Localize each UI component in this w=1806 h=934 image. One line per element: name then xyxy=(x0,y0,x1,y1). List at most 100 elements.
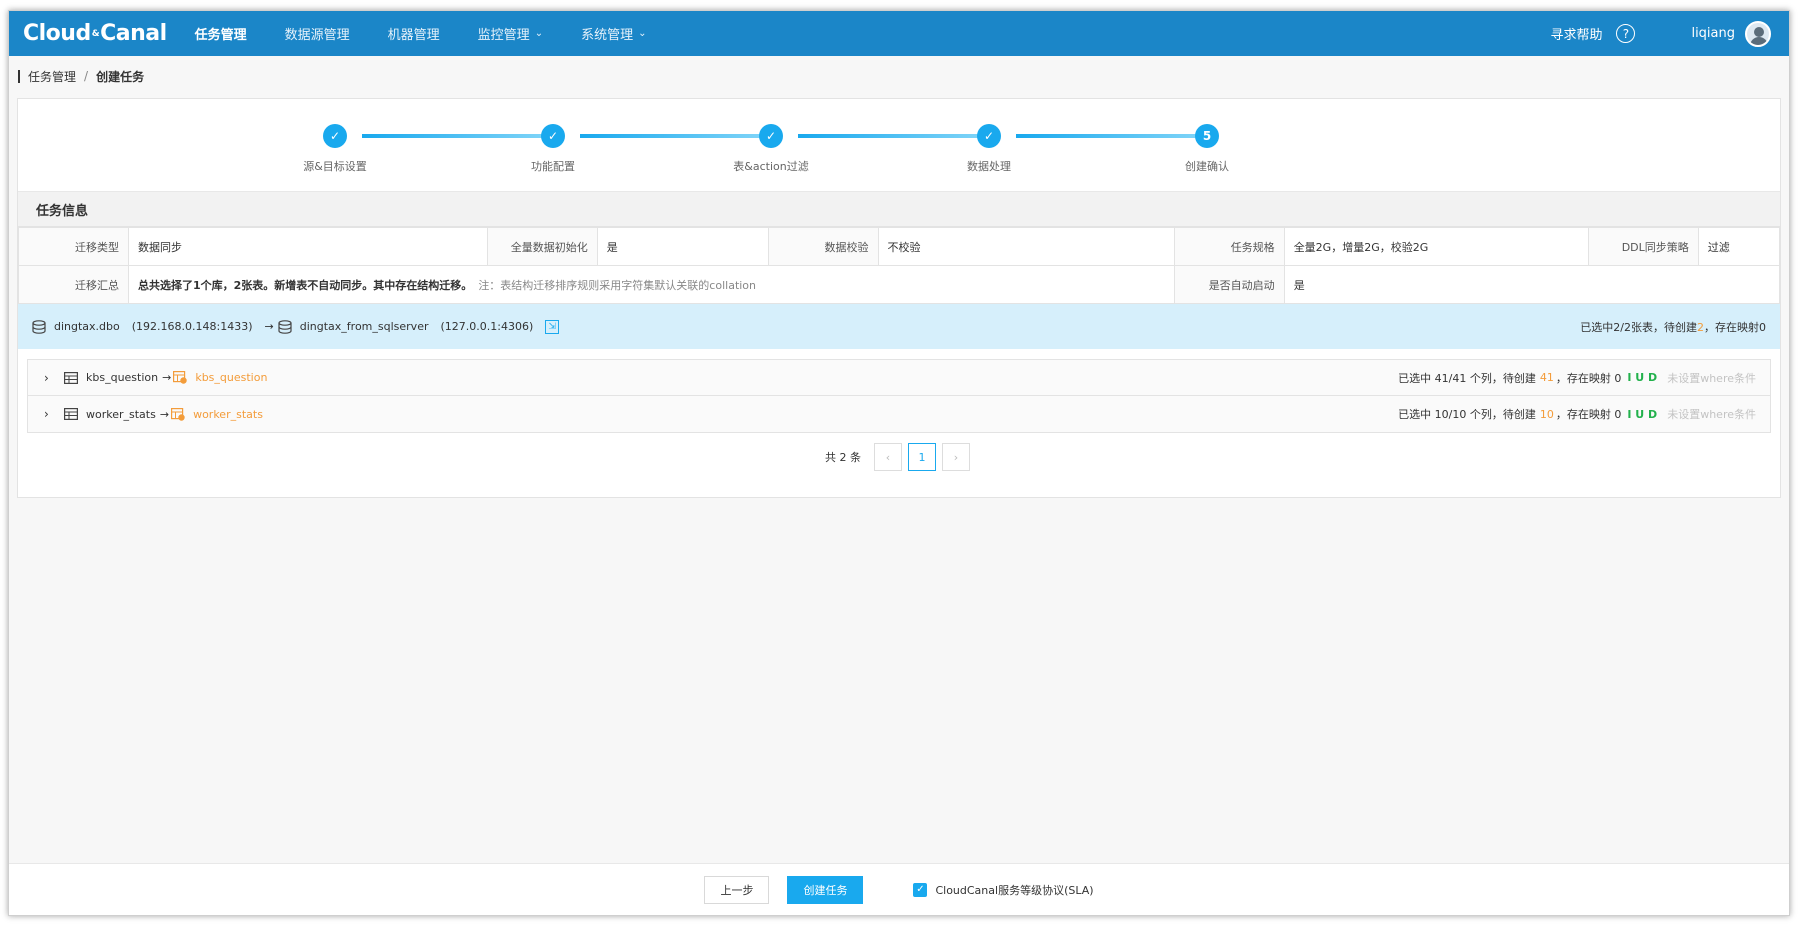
info-row: 迁移汇总 总共选择了1个库，2张表。新增表不自动同步。其中存在结构迁移。 注：表结… xyxy=(18,265,1781,304)
source-table-name: kbs_question xyxy=(86,371,159,384)
summary-count: 2 xyxy=(1697,320,1704,334)
iud-badge[interactable]: I U D xyxy=(1627,408,1657,421)
page-1-button[interactable]: 1 xyxy=(908,443,936,471)
chevron-down-icon: ⌄ xyxy=(638,28,647,39)
create-count: 41 xyxy=(1539,371,1554,384)
mapping-count: ，存在映射 0 xyxy=(1555,371,1622,385)
create-task-button[interactable]: 创建任务 xyxy=(787,875,864,904)
source-db-address: (192.168.0.148:1433) xyxy=(131,320,253,333)
source-db-name: dingtax.dbo xyxy=(54,320,120,333)
summary-part: ，存在映射0 xyxy=(1704,320,1766,334)
nav-label: 数据源管理 xyxy=(284,28,350,43)
table-icon xyxy=(64,408,78,420)
nav-label: 机器管理 xyxy=(387,28,440,43)
nav-task-management[interactable]: 任务管理 xyxy=(195,24,247,43)
check-icon: ✓ xyxy=(541,124,565,148)
info-key-autostart: 是否自动启动 xyxy=(1173,265,1285,304)
info-key-spec: 任务规格 xyxy=(1173,227,1285,266)
user-name[interactable]: liqiang xyxy=(1691,26,1735,41)
info-value-verify: 不校验 xyxy=(877,227,1175,266)
step-label: 源&目标设置 xyxy=(303,160,367,173)
info-key-full-init: 全量数据初始化 xyxy=(486,227,598,266)
topnav-right: 寻求帮助 ? liqiang xyxy=(1550,11,1789,56)
table-row[interactable]: › kbs_question → kbs_question 已选中 41/41 … xyxy=(28,360,1770,396)
arrow-right-icon: → xyxy=(162,371,172,384)
main-card: ✓ 源&目标设置 ✓ 功能配置 ✓ 表&action过滤 ✓ 数据处理 5 创建… xyxy=(17,98,1781,498)
target-db-name: dingtax_from_sqlserver xyxy=(299,320,429,333)
app-window: Cloud & Canal 任务管理 数据源管理 机器管理 监控管理 ⌄ 系统管理 ⌄ … xyxy=(8,10,1790,916)
pagination-total: 共 2 条 xyxy=(825,451,861,464)
info-value-ddl: 过滤 xyxy=(1697,227,1781,266)
table-icon xyxy=(64,371,78,384)
summary-part: 已选中2/2张表，待创建 xyxy=(1580,320,1697,334)
nav-machine-management[interactable]: 机器管理 xyxy=(388,24,440,43)
step-label: 数据处理 xyxy=(967,160,1011,173)
chevron-right-icon[interactable]: › xyxy=(44,407,58,421)
prev-page-button[interactable]: ‹ xyxy=(874,443,902,471)
nav-label: 任务管理 xyxy=(194,28,247,43)
nav-datasource-management[interactable]: 数据源管理 xyxy=(285,24,350,43)
nav-system-management[interactable]: 系统管理 ⌄ xyxy=(581,24,646,43)
step-number: 5 xyxy=(1195,124,1219,148)
section-title: 任务信息 xyxy=(18,192,1780,227)
info-value-autostart: 是 xyxy=(1283,265,1781,304)
step-data-processing: ✓ 数据处理 xyxy=(929,124,1049,174)
column-summary: 已选中 41/41 个列，待创建 xyxy=(1398,371,1536,385)
where-condition-link[interactable]: 未设置where条件 xyxy=(1667,370,1756,386)
chevron-down-icon: ⌄ xyxy=(534,28,544,39)
top-nav: Cloud & Canal 任务管理 数据源管理 机器管理 监控管理 ⌄ 系统管理 ⌄ … xyxy=(9,11,1789,56)
info-value-migration-type: 数据同步 xyxy=(128,227,488,266)
step-source-target: ✓ 源&目标设置 xyxy=(275,124,395,174)
question-icon[interactable]: ? xyxy=(1616,24,1636,43)
info-value-summary: 总共选择了1个库，2张表。新增表不自动同步。其中存在结构迁移。 注：表结构迁移排序… xyxy=(128,265,1175,304)
breadcrumb-bar xyxy=(18,69,20,83)
target-table-name: worker_stats xyxy=(193,407,263,421)
sla-label[interactable]: CloudCanal服务等级协议(SLA) xyxy=(935,882,1093,898)
nav-monitor-management[interactable]: 监控管理 ⌄ xyxy=(478,24,543,43)
logo-text-left: Cloud xyxy=(23,21,91,46)
edit-mapping-icon[interactable]: ⇲ xyxy=(545,319,560,334)
previous-step-button[interactable]: 上一步 xyxy=(704,875,770,904)
info-key-migration-type: 迁移类型 xyxy=(18,227,129,266)
avatar[interactable] xyxy=(1745,20,1771,47)
sla-agreement[interactable]: ✓ CloudCanal服务等级协议(SLA) xyxy=(913,882,1094,898)
mapping-count: ，存在映射 0 xyxy=(1555,408,1622,421)
next-page-button[interactable]: › xyxy=(942,443,970,471)
summary-note: 注：表结构迁移排序规则采用字符集默认关联的collation xyxy=(478,278,757,292)
summary-text: 总共选择了1个库，2张表。新增表不自动同步。其中存在结构迁移。 xyxy=(138,278,473,292)
step-label: 表&action过滤 xyxy=(733,160,809,173)
info-row: 迁移类型 数据同步 全量数据初始化 是 数据校验 不校验 任务规格 全量2G，增… xyxy=(18,227,1781,266)
source-table-name: worker_stats xyxy=(86,407,156,421)
database-icon xyxy=(278,319,292,334)
chevron-right-icon[interactable]: › xyxy=(44,371,58,385)
new-table-icon xyxy=(171,407,185,421)
table-list: › kbs_question → kbs_question 已选中 41/41 … xyxy=(27,359,1771,433)
step-progress: ✓ 源&目标设置 ✓ 功能配置 ✓ 表&action过滤 ✓ 数据处理 5 创建… xyxy=(18,99,1780,192)
footer-actions: 上一步 创建任务 ✓ CloudCanal服务等级协议(SLA) xyxy=(9,863,1789,915)
target-table-name: kbs_question xyxy=(195,371,268,384)
database-icon xyxy=(32,319,46,334)
iud-badge[interactable]: I U D xyxy=(1627,371,1657,384)
table-row[interactable]: › worker_stats → worker_stats 已选中 10/10 … xyxy=(28,396,1770,432)
create-count: 10 xyxy=(1539,407,1554,421)
sla-checkbox[interactable]: ✓ xyxy=(913,882,928,897)
help-link[interactable]: 寻求帮助 xyxy=(1550,24,1602,43)
where-condition-link[interactable]: 未设置where条件 xyxy=(1667,406,1756,422)
breadcrumb-parent[interactable]: 任务管理 xyxy=(28,68,76,85)
arrow-right-icon: → xyxy=(264,320,274,333)
step-table-filter: ✓ 表&action过滤 xyxy=(711,124,831,174)
check-icon: ✓ xyxy=(977,124,1001,148)
table-row-summary: 已选中 10/10 个列，待创建 10 ，存在映射 0 I U D 未设置where… xyxy=(1392,406,1756,422)
logo-ampersand: & xyxy=(91,28,100,39)
nav-label: 监控管理 xyxy=(477,28,530,43)
breadcrumb: 任务管理 / 创建任务 xyxy=(9,56,1789,96)
breadcrumb-separator: / xyxy=(84,69,89,83)
step-feature-config: ✓ 功能配置 xyxy=(493,124,613,174)
info-key-ddl: DDL同步策略 xyxy=(1587,227,1699,266)
logo[interactable]: Cloud & Canal xyxy=(23,21,167,46)
info-key-verify: 数据校验 xyxy=(767,227,879,266)
info-value-full-init: 是 xyxy=(596,227,769,266)
info-key-summary: 迁移汇总 xyxy=(18,265,129,304)
new-table-icon xyxy=(173,371,188,384)
check-icon: ✓ xyxy=(759,124,783,148)
